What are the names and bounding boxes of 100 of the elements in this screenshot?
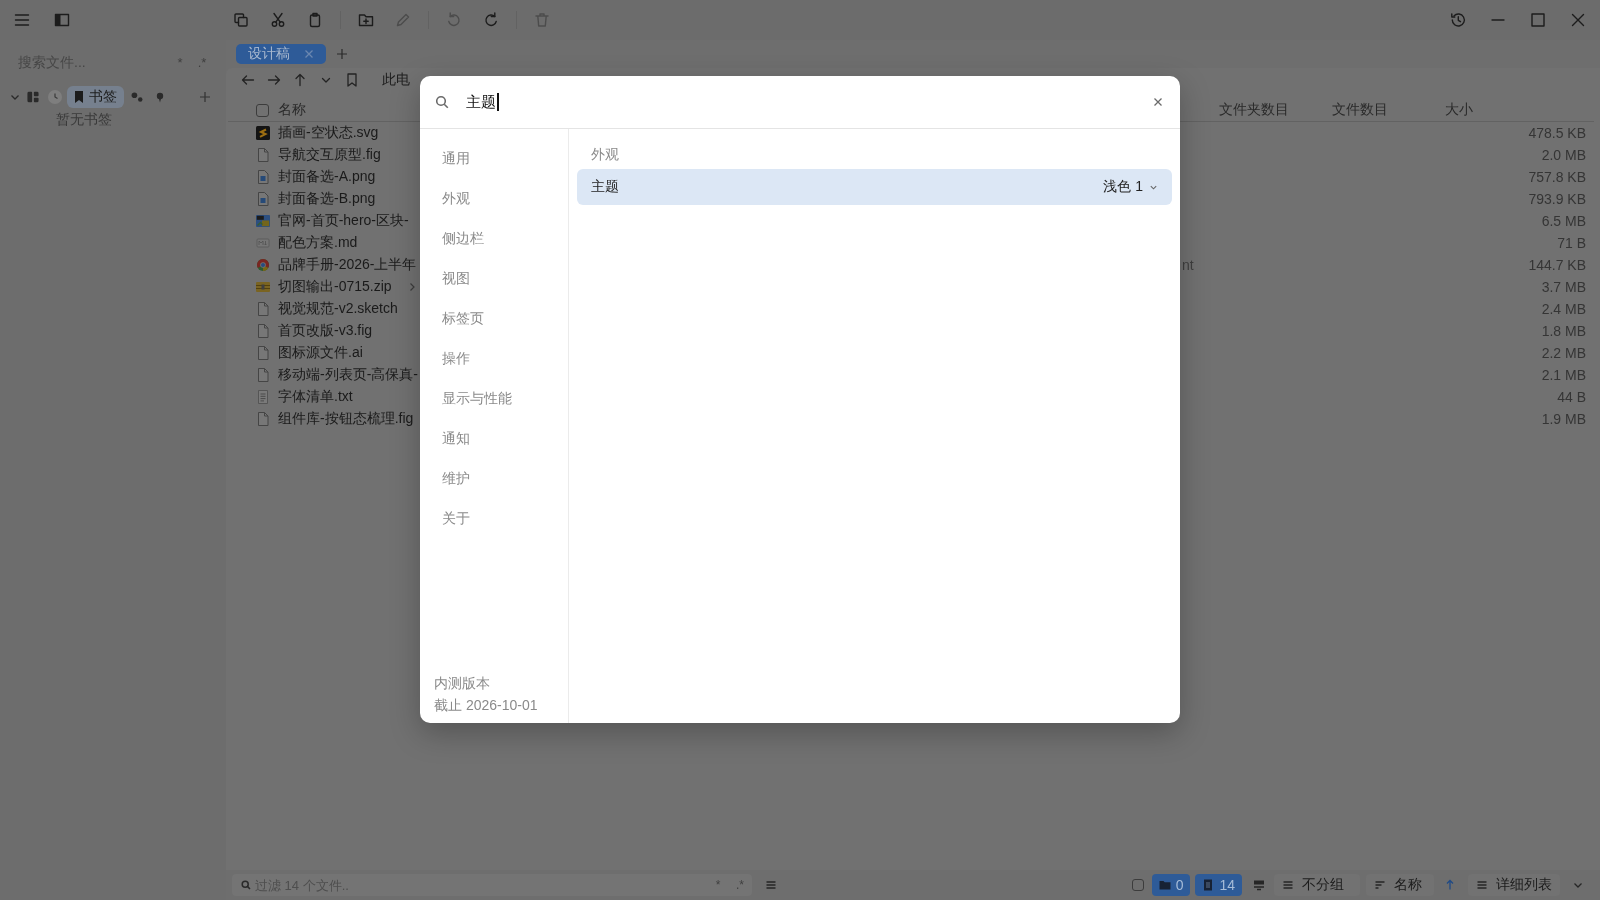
file-name[interactable]: 首页改版-v3.fig xyxy=(278,322,373,340)
copy-icon[interactable] xyxy=(233,12,249,28)
forward-arrow-icon[interactable] xyxy=(267,73,281,87)
settings-nav-item[interactable]: 侧边栏 xyxy=(420,218,484,258)
column-header[interactable]: 大小 xyxy=(1445,101,1586,119)
file-size: 44 B xyxy=(1557,389,1586,405)
setting-label: 主题 xyxy=(591,178,619,196)
file-icon xyxy=(256,368,270,382)
checkbox[interactable] xyxy=(256,103,269,117)
layout-icon[interactable] xyxy=(1253,879,1265,891)
sort-dropdown[interactable]: 名称 xyxy=(1366,874,1434,896)
file-name[interactable]: 品牌手册-2026-上半年 xyxy=(278,256,417,274)
search-icon xyxy=(241,880,251,890)
file-name[interactable]: 移动端-列表页-高保真- xyxy=(278,366,418,384)
file-name[interactable]: 官网-首页-hero-区块- xyxy=(278,212,409,230)
settings-nav-item[interactable]: 标签页 xyxy=(420,298,484,338)
settings-nav-item[interactable]: 操作 xyxy=(420,338,470,378)
dots-icon[interactable] xyxy=(131,91,143,103)
tab[interactable]: 设计稿 xyxy=(236,44,326,64)
chevron-right-icon[interactable] xyxy=(407,282,416,292)
setting-row[interactable]: 主题 浅色 1 xyxy=(577,169,1172,205)
redo-icon[interactable] xyxy=(483,12,499,28)
view-dropdown[interactable]: 详细列表 xyxy=(1468,874,1560,896)
settings-nav-item[interactable]: 外观 xyxy=(420,178,470,218)
markdown-file-icon xyxy=(256,236,270,250)
settings-nav-item[interactable]: 显示与性能 xyxy=(420,378,512,418)
file-count-button[interactable]: 14 xyxy=(1195,874,1242,896)
file-name[interactable]: 视觉规范-v2.sketch xyxy=(278,300,398,318)
layout-icon[interactable] xyxy=(27,91,39,103)
history-icon[interactable] xyxy=(1450,12,1466,28)
clock-icon[interactable] xyxy=(48,90,62,104)
vector-file-icon xyxy=(256,126,270,140)
settings-nav-item[interactable]: 维护 xyxy=(420,458,470,498)
new-folder-icon[interactable] xyxy=(358,12,374,28)
chevron-down-icon[interactable] xyxy=(10,92,20,102)
match-option-button[interactable]: * xyxy=(170,52,190,72)
file-name[interactable]: 图标源文件.ai xyxy=(278,344,363,362)
file-name[interactable]: 配色方案.md xyxy=(278,234,358,252)
bookmark-icon[interactable] xyxy=(345,73,359,87)
text-file-icon xyxy=(256,390,270,404)
pin-icon[interactable] xyxy=(155,90,165,104)
maximize-icon[interactable] xyxy=(1530,12,1546,28)
match-option-button[interactable]: .* xyxy=(730,875,750,895)
settings-nav-item[interactable]: 通用 xyxy=(420,138,470,178)
image-file-icon xyxy=(256,170,270,184)
file-name[interactable]: 切图输出-0715.zip xyxy=(278,278,392,296)
column-header[interactable]: 文件数目 xyxy=(1332,101,1445,119)
settings-nav-item[interactable]: 关于 xyxy=(420,498,470,538)
theme-dropdown[interactable]: 浅色 1 xyxy=(1103,178,1158,196)
file-size: 2.2 MB xyxy=(1541,345,1586,361)
list-icon xyxy=(1282,879,1294,891)
file-name[interactable]: 导航交互原型.fig xyxy=(278,146,381,164)
version-note: 内测版本 xyxy=(434,674,491,693)
close-icon[interactable] xyxy=(1570,12,1586,28)
search-icon xyxy=(435,95,449,109)
settings-nav-item[interactable]: 视图 xyxy=(420,258,470,298)
file-size: 478.5 KB xyxy=(1528,125,1586,141)
sort-direction-icon[interactable] xyxy=(1444,879,1456,891)
file-icon xyxy=(256,346,270,360)
column-header[interactable]: 文件夹数目 xyxy=(1219,101,1332,119)
list-icon xyxy=(1476,879,1488,891)
menu-icon[interactable] xyxy=(14,12,30,28)
settings-nav-item[interactable]: 通知 xyxy=(420,418,470,458)
file-icon xyxy=(256,324,270,338)
folder-icon xyxy=(1158,879,1171,891)
file-size: 2.0 MB xyxy=(1541,147,1586,163)
group-dropdown[interactable]: 不分组 xyxy=(1274,874,1360,896)
add-icon[interactable] xyxy=(199,91,211,103)
file-size: 1.9 MB xyxy=(1541,411,1586,427)
breadcrumb-item[interactable]: 此电 xyxy=(382,71,410,89)
match-option-button[interactable]: * xyxy=(708,875,728,895)
file-name[interactable]: 字体清单.txt xyxy=(278,388,353,406)
match-option-button[interactable]: .* xyxy=(192,52,212,72)
add-tab-icon[interactable] xyxy=(336,48,348,60)
close-icon[interactable] xyxy=(1153,97,1163,107)
sidebar-toggle-icon[interactable] xyxy=(54,12,70,28)
bookmarks-tab[interactable]: 书签 xyxy=(67,86,124,108)
paste-icon[interactable] xyxy=(307,12,323,28)
file-size: 6.5 MB xyxy=(1541,213,1586,229)
version-note: 截止 2026-10-01 xyxy=(434,696,539,715)
back-arrow-icon[interactable] xyxy=(241,73,255,87)
file-icon xyxy=(256,148,270,162)
file-name[interactable]: 插画-空状态.svg xyxy=(278,124,379,142)
file-name[interactable]: 组件库-按钮态梳理.fig xyxy=(278,410,414,428)
file-icon xyxy=(1202,879,1215,891)
file-size: 2.4 MB xyxy=(1541,301,1586,317)
folder-count-button[interactable]: 0 xyxy=(1151,874,1191,896)
file-name[interactable]: 封面备选-A.png xyxy=(278,168,376,186)
checkbox[interactable] xyxy=(1131,879,1144,891)
archive-icon xyxy=(256,280,270,294)
file-name[interactable]: 封面备选-B.png xyxy=(278,190,376,208)
picture-file-icon xyxy=(256,214,270,228)
list-icon[interactable] xyxy=(765,879,777,891)
cut-icon[interactable] xyxy=(270,12,286,28)
file-size: 757.8 KB xyxy=(1528,169,1586,185)
up-arrow-icon[interactable] xyxy=(293,73,307,87)
search-field[interactable]: 主题 xyxy=(466,90,1153,114)
file-icon xyxy=(256,412,270,426)
file-icon xyxy=(256,302,270,316)
file-size: 144.7 KB xyxy=(1528,257,1586,273)
